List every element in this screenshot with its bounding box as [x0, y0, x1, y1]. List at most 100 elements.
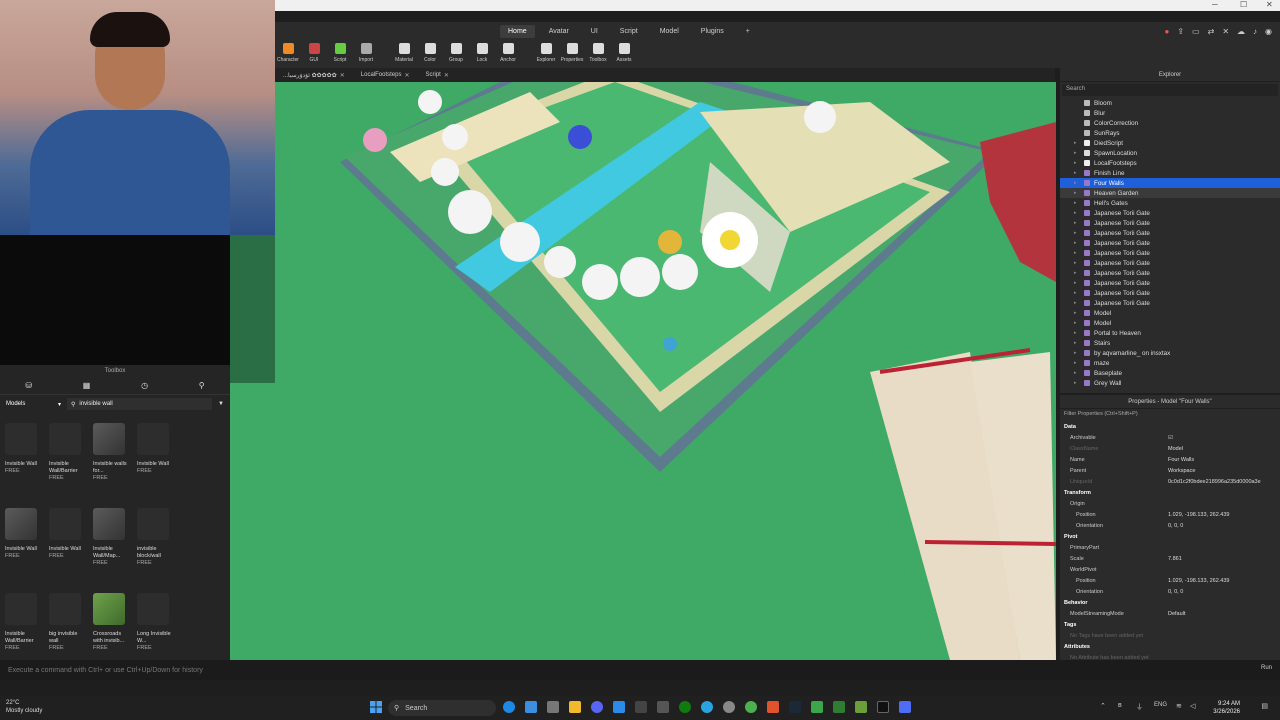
property-value[interactable]: 7.861 [1168, 556, 1182, 562]
xbox-icon[interactable] [679, 701, 691, 713]
tab-plugins[interactable]: Plugins [693, 25, 732, 38]
explorer-item[interactable]: ▸ Japanese Torii Gate [1060, 258, 1280, 268]
explorer-item[interactable]: ▸ Hell's Gates [1060, 198, 1280, 208]
edge-icon[interactable] [503, 701, 515, 713]
explorer-item[interactable]: ColorCorrection [1060, 118, 1280, 128]
weather-widget[interactable]: 22°C Mostly cloudy [6, 699, 42, 715]
import-button[interactable]: Import [353, 40, 379, 68]
clock[interactable]: 9:24 AM 3/26/2026 [1213, 700, 1240, 716]
explorer-item[interactable]: ▸ Four Walls [1060, 178, 1280, 188]
expand-arrow-icon[interactable]: ▸ [1074, 140, 1080, 146]
file-explorer-icon[interactable] [569, 701, 581, 713]
explorer-item[interactable]: ▸ Japanese Torii Gate [1060, 268, 1280, 278]
toolbox-item[interactable]: Invisible walls for... FREE [93, 423, 131, 482]
roblox-studio-icon[interactable] [877, 701, 889, 713]
taskbar-search[interactable]: ⚲ Search [388, 700, 496, 716]
chat-icon[interactable]: ▭ [1192, 27, 1200, 36]
tab--[interactable]: + [738, 25, 758, 38]
windows-start-icon[interactable] [370, 701, 382, 713]
property-row[interactable]: UniqueId 0c0d1c2f0bdee218996a235d0000a3e [1060, 476, 1280, 487]
explorer-item[interactable]: ▸ Japanese Torii Gate [1060, 228, 1280, 238]
explorer-item[interactable]: ▸ Stairs [1060, 338, 1280, 348]
lang-indicator[interactable]: ENG [1154, 702, 1167, 708]
settings-icon[interactable] [723, 701, 735, 713]
3d-viewport[interactable]: ⚙ [230, 82, 1056, 660]
property-row[interactable]: Parent Workspace [1060, 465, 1280, 476]
expand-arrow-icon[interactable]: ▸ [1074, 220, 1080, 226]
expand-arrow-icon[interactable]: ▸ [1074, 230, 1080, 236]
property-row[interactable]: ClassName Model [1060, 443, 1280, 454]
explorer-item[interactable]: ▸ Baseplate [1060, 368, 1280, 378]
excel-icon[interactable] [833, 701, 845, 713]
toolbox-item[interactable]: big invisible wall FREE [49, 593, 87, 652]
property-row[interactable]: Position 1.029, -198.133, 262.439 [1060, 509, 1280, 520]
explorer-item[interactable]: ▸ Portal to Heaven [1060, 328, 1280, 338]
expand-arrow-icon[interactable]: ▸ [1074, 380, 1080, 386]
expand-arrow-icon[interactable]: ▸ [1074, 290, 1080, 296]
doc-tab[interactable]: Script ✕ [418, 72, 457, 79]
property-row[interactable]: Name Four Walls [1060, 454, 1280, 465]
property-section[interactable]: Tags [1060, 619, 1280, 630]
property-value[interactable]: Default [1168, 611, 1185, 617]
property-row[interactable]: PrimaryPart [1060, 542, 1280, 553]
explorer-item[interactable]: ▸ Grey Wall [1060, 378, 1280, 388]
toolbox-item[interactable]: Long Invisible W... FREE [137, 593, 175, 652]
property-value[interactable]: ☑ [1168, 435, 1173, 441]
usb-icon[interactable]: ⏚ [1136, 702, 1143, 712]
toolbox-item[interactable]: Invisible Wall/Map... FREE [93, 508, 131, 567]
tab-ui[interactable]: UI [583, 25, 606, 38]
property-value[interactable]: Model [1168, 446, 1183, 452]
property-value[interactable]: Four Walls [1168, 457, 1194, 463]
color-button[interactable]: Color [417, 40, 443, 68]
expand-arrow-icon[interactable]: ▸ [1074, 180, 1080, 186]
explorer-item[interactable]: ▸ maze [1060, 358, 1280, 368]
filter-icon[interactable]: ▼ [218, 401, 224, 407]
close-icon[interactable]: ✕ [1266, 0, 1273, 9]
lock-button[interactable]: Lock [469, 40, 495, 68]
nvidia-icon[interactable] [855, 701, 867, 713]
tab-avatar[interactable]: Avatar [541, 25, 577, 38]
category-dropdown[interactable]: Models ▾ [6, 401, 61, 408]
property-section[interactable]: Data [1060, 421, 1280, 432]
script-button[interactable]: Script [327, 40, 353, 68]
expand-arrow-icon[interactable]: ▸ [1074, 280, 1080, 286]
property-section[interactable]: Transform [1060, 487, 1280, 498]
grid-tab-icon[interactable]: ▦ [83, 381, 91, 390]
expand-arrow-icon[interactable]: ▸ [1074, 260, 1080, 266]
expand-arrow-icon[interactable]: ▸ [1074, 360, 1080, 366]
toolbox-item[interactable]: Invisible Wall/Barrier FREE [49, 423, 87, 482]
property-row[interactable]: Scale 7.861 [1060, 553, 1280, 564]
expand-arrow-icon[interactable]: ▸ [1074, 370, 1080, 376]
brave-icon[interactable] [767, 701, 779, 713]
expand-arrow-icon[interactable]: ▸ [1074, 340, 1080, 346]
explorer-item[interactable]: ▸ Heaven Garden [1060, 188, 1280, 198]
wifi-icon[interactable]: ≋ [1176, 702, 1182, 710]
explorer-item[interactable]: ▸ Japanese Torii Gate [1060, 208, 1280, 218]
toolbox-item[interactable]: Invisible Wall FREE [5, 508, 43, 560]
toolbox-item[interactable]: Crossroads with invisib... FREE [93, 593, 131, 652]
share-icon[interactable]: ⇪ [1177, 27, 1184, 36]
steam-icon[interactable] [789, 701, 801, 713]
volume-icon[interactable]: ◁ [1190, 702, 1195, 710]
minimize-icon[interactable]: ─ [1212, 0, 1218, 9]
tray-chevron-icon[interactable]: ⌃ [1100, 702, 1106, 710]
explorer-item[interactable]: ▸ Japanese Torii Gate [1060, 238, 1280, 248]
expand-arrow-icon[interactable]: ▸ [1074, 240, 1080, 246]
telegram-icon[interactable] [701, 701, 713, 713]
explorer-button[interactable]: Explorer [533, 40, 559, 68]
expand-arrow-icon[interactable]: ▸ [1074, 150, 1080, 156]
command-bar[interactable]: Execute a command with Ctrl+ or use Ctrl… [0, 660, 1280, 680]
app-icon[interactable] [635, 701, 647, 713]
bluetooth-icon[interactable]: ʙ [1118, 702, 1122, 709]
property-value[interactable]: 1.029, -198.133, 262.439 [1168, 512, 1229, 518]
minecraft-icon[interactable] [811, 701, 823, 713]
close-icon[interactable]: ✕ [444, 72, 449, 79]
explorer-item[interactable]: ▸ Japanese Torii Gate [1060, 298, 1280, 308]
cloud-icon[interactable]: ☁ [1237, 27, 1245, 36]
chrome-icon[interactable] [745, 701, 757, 713]
property-row[interactable]: Orientation 0, 0, 0 [1060, 520, 1280, 531]
tab-script[interactable]: Script [612, 25, 646, 38]
tab-model[interactable]: Model [652, 25, 687, 38]
expand-arrow-icon[interactable]: ▸ [1074, 200, 1080, 206]
expand-arrow-icon[interactable]: ▸ [1074, 330, 1080, 336]
